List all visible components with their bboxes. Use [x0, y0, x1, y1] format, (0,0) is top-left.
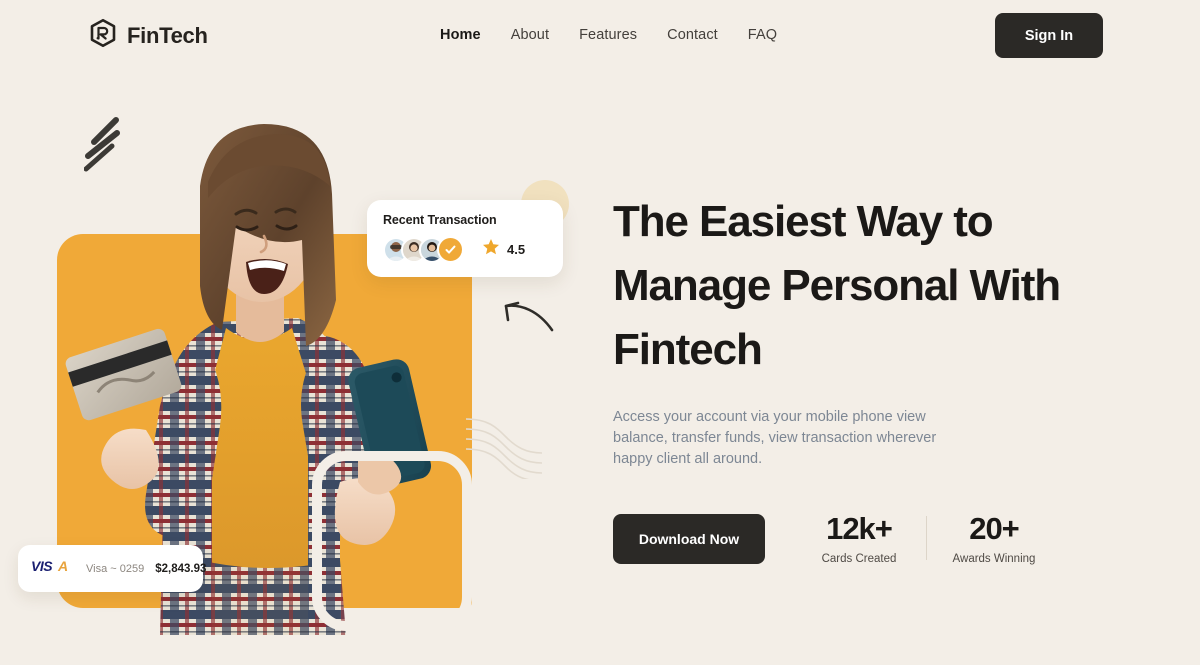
brand-logo[interactable]: FinTech: [88, 18, 208, 53]
avatar-group: [383, 236, 464, 263]
stat-label: Cards Created: [821, 553, 897, 565]
nav-item-home[interactable]: Home: [440, 27, 481, 43]
stat-value: 12k+: [826, 511, 893, 546]
visa-amount: $2,843.93: [155, 562, 207, 575]
curved-arrow-icon: [494, 300, 554, 339]
download-now-button[interactable]: Download Now: [613, 513, 765, 564]
svg-text:A: A: [57, 558, 68, 574]
hexagon-monogram-icon: [88, 18, 118, 53]
star-icon: [482, 238, 500, 261]
hero-visual: Recent Transaction 4.5 VIS A Visa ~ 0259…: [0, 74, 600, 665]
page-title: The Easiest Way to Manage Personal With …: [613, 197, 1061, 374]
nav-item-faq[interactable]: FAQ: [748, 27, 777, 43]
hero-subtext: Access your account via your mobile phon…: [613, 409, 937, 467]
brand-name: FinTech: [127, 22, 208, 48]
recent-transaction-title: Recent Transaction: [383, 213, 497, 227]
stat-awards-winning: 20+ Awards Winning: [940, 511, 1048, 566]
nav-item-features[interactable]: Features: [579, 27, 637, 43]
main-nav: Home About Features Contact FAQ: [440, 27, 777, 43]
hero-stats: 12k+ Cards Created 20+ Awards Winning: [805, 511, 1048, 566]
svg-text:VIS: VIS: [31, 558, 53, 574]
check-icon: [437, 236, 464, 263]
hero-cta-row: Download Now 12k+ Cards Created 20+ Awar…: [613, 512, 1153, 565]
rating-value: 4.5: [507, 242, 526, 257]
nav-item-about[interactable]: About: [511, 27, 549, 43]
visa-balance-card[interactable]: VIS A Visa ~ 0259 $2,843.93: [18, 545, 207, 592]
stat-label: Awards Winning: [952, 553, 1036, 565]
stat-divider: [926, 516, 927, 560]
stat-cards-created: 12k+ Cards Created: [805, 511, 913, 566]
stat-value: 20+: [969, 511, 1020, 546]
nav-item-contact[interactable]: Contact: [667, 27, 718, 43]
visa-logo-icon: VIS A: [31, 558, 75, 579]
recent-transaction-row: 4.5: [383, 236, 549, 263]
visa-account-label: Visa ~ 0259: [86, 562, 145, 575]
hero-copy: The Easiest Way to Manage Personal With …: [613, 190, 1153, 565]
site-header: FinTech Home About Features Contact FAQ …: [0, 0, 1200, 74]
rating-group: 4.5: [482, 238, 525, 261]
sign-in-button[interactable]: Sign In: [995, 13, 1103, 58]
recent-transaction-card[interactable]: Recent Transaction 4.5: [367, 200, 563, 277]
